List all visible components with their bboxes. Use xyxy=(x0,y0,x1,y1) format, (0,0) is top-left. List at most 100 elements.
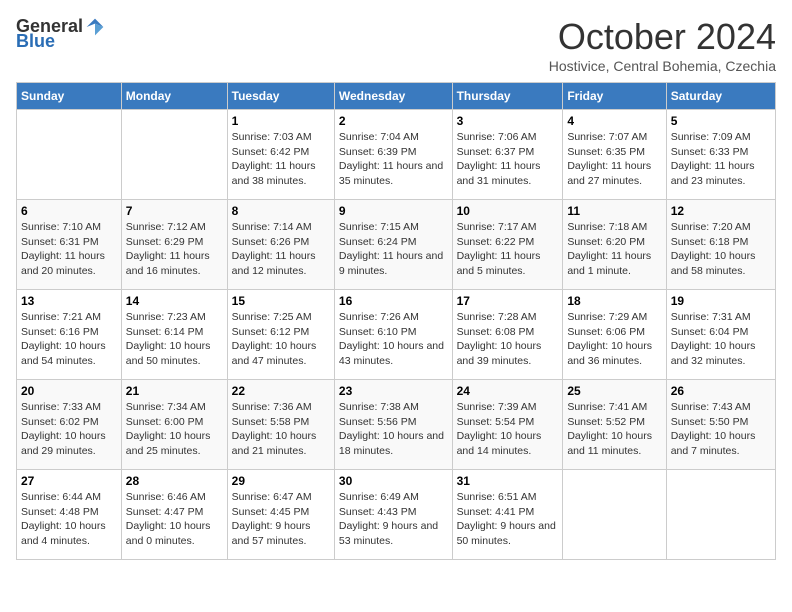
day-number: 2 xyxy=(339,114,448,128)
day-number: 7 xyxy=(126,204,223,218)
calendar-cell: 22 Sunrise: 7:36 AM Sunset: 5:58 PM Dayli… xyxy=(227,380,334,470)
day-number: 14 xyxy=(126,294,223,308)
day-info: Sunrise: 6:49 AM Sunset: 4:43 PM Dayligh… xyxy=(339,490,448,549)
day-number: 11 xyxy=(567,204,661,218)
day-number: 23 xyxy=(339,384,448,398)
calendar-cell: 27 Sunrise: 6:44 AM Sunset: 4:48 PM Dayli… xyxy=(17,470,122,560)
day-info: Sunrise: 7:12 AM Sunset: 6:29 PM Dayligh… xyxy=(126,220,223,279)
calendar-cell: 25 Sunrise: 7:41 AM Sunset: 5:52 PM Dayli… xyxy=(563,380,666,470)
day-of-week-header: Friday xyxy=(563,83,666,110)
calendar-week-row: 13 Sunrise: 7:21 AM Sunset: 6:16 PM Dayli… xyxy=(17,290,776,380)
day-info: Sunrise: 7:33 AM Sunset: 6:02 PM Dayligh… xyxy=(21,400,117,459)
calendar-cell: 14Sunrise: 7:23 AM Sunset: 6:14 PM Dayli… xyxy=(121,290,227,380)
day-number: 20 xyxy=(21,384,117,398)
day-number: 18 xyxy=(567,294,661,308)
calendar-cell: 8 Sunrise: 7:14 AM Sunset: 6:26 PM Daylig… xyxy=(227,200,334,290)
logo-blue-text: Blue xyxy=(16,31,55,52)
day-of-week-header: Monday xyxy=(121,83,227,110)
day-info: Sunrise: 7:20 AM Sunset: 6:18 PM Dayligh… xyxy=(671,220,771,279)
calendar-cell: 3 Sunrise: 7:06 AM Sunset: 6:37 PM Daylig… xyxy=(452,110,563,200)
day-info: Sunrise: 7:26 AM Sunset: 6:10 PM Dayligh… xyxy=(339,310,448,369)
day-number: 10 xyxy=(457,204,559,218)
day-info: Sunrise: 7:29 AM Sunset: 6:06 PM Dayligh… xyxy=(567,310,661,369)
day-number: 13 xyxy=(21,294,117,308)
calendar-cell xyxy=(17,110,122,200)
calendar-table: SundayMondayTuesdayWednesdayThursdayFrid… xyxy=(16,82,776,560)
calendar-week-row: 1 Sunrise: 7:03 AM Sunset: 6:42 PM Daylig… xyxy=(17,110,776,200)
calendar-cell: 16 Sunrise: 7:26 AM Sunset: 6:10 PM Dayli… xyxy=(334,290,452,380)
day-of-week-header: Wednesday xyxy=(334,83,452,110)
month-title: October 2024 xyxy=(549,16,776,58)
day-info: Sunrise: 7:21 AM Sunset: 6:16 PM Dayligh… xyxy=(21,310,117,369)
calendar-cell: 11 Sunrise: 7:18 AM Sunset: 6:20 PM Dayli… xyxy=(563,200,666,290)
calendar-week-row: 27 Sunrise: 6:44 AM Sunset: 4:48 PM Dayli… xyxy=(17,470,776,560)
calendar-cell: 1 Sunrise: 7:03 AM Sunset: 6:42 PM Daylig… xyxy=(227,110,334,200)
calendar-cell: 5Sunrise: 7:09 AM Sunset: 6:33 PM Daylig… xyxy=(666,110,775,200)
day-info: Sunrise: 7:17 AM Sunset: 6:22 PM Dayligh… xyxy=(457,220,559,279)
day-info: Sunrise: 7:03 AM Sunset: 6:42 PM Dayligh… xyxy=(232,130,330,189)
day-info: Sunrise: 7:31 AM Sunset: 6:04 PM Dayligh… xyxy=(671,310,771,369)
day-info: Sunrise: 7:14 AM Sunset: 6:26 PM Dayligh… xyxy=(232,220,330,279)
calendar-cell: 18 Sunrise: 7:29 AM Sunset: 6:06 PM Dayli… xyxy=(563,290,666,380)
calendar-cell: 6 Sunrise: 7:10 AM Sunset: 6:31 PM Daylig… xyxy=(17,200,122,290)
calendar-cell: 21 Sunrise: 7:34 AM Sunset: 6:00 PM Dayli… xyxy=(121,380,227,470)
day-number: 17 xyxy=(457,294,559,308)
day-info: Sunrise: 7:39 AM Sunset: 5:54 PM Dayligh… xyxy=(457,400,559,459)
day-info: Sunrise: 6:44 AM Sunset: 4:48 PM Dayligh… xyxy=(21,490,117,549)
day-info: Sunrise: 7:18 AM Sunset: 6:20 PM Dayligh… xyxy=(567,220,661,279)
day-number: 16 xyxy=(339,294,448,308)
calendar-cell: 30 Sunrise: 6:49 AM Sunset: 4:43 PM Dayli… xyxy=(334,470,452,560)
day-number: 4 xyxy=(567,114,661,128)
day-number: 22 xyxy=(232,384,330,398)
location-subtitle: Hostivice, Central Bohemia, Czechia xyxy=(549,58,776,74)
calendar-cell: 17 Sunrise: 7:28 AM Sunset: 6:08 PM Dayli… xyxy=(452,290,563,380)
day-info: Sunrise: 7:34 AM Sunset: 6:00 PM Dayligh… xyxy=(126,400,223,459)
day-number: 26 xyxy=(671,384,771,398)
day-info: Sunrise: 7:36 AM Sunset: 5:58 PM Dayligh… xyxy=(232,400,330,459)
day-number: 24 xyxy=(457,384,559,398)
day-number: 25 xyxy=(567,384,661,398)
day-of-week-header: Sunday xyxy=(17,83,122,110)
calendar-cell: 4 Sunrise: 7:07 AM Sunset: 6:35 PM Daylig… xyxy=(563,110,666,200)
day-number: 19 xyxy=(671,294,771,308)
calendar-week-row: 20 Sunrise: 7:33 AM Sunset: 6:02 PM Dayli… xyxy=(17,380,776,470)
day-number: 9 xyxy=(339,204,448,218)
day-number: 30 xyxy=(339,474,448,488)
day-info: Sunrise: 7:06 AM Sunset: 6:37 PM Dayligh… xyxy=(457,130,559,189)
calendar-cell: 28 Sunrise: 6:46 AM Sunset: 4:47 PM Dayli… xyxy=(121,470,227,560)
page-header: General Blue October 2024 Hostivice, Cen… xyxy=(16,16,776,74)
day-info: Sunrise: 6:46 AM Sunset: 4:47 PM Dayligh… xyxy=(126,490,223,549)
day-info: Sunrise: 7:09 AM Sunset: 6:33 PM Dayligh… xyxy=(671,130,771,189)
day-info: Sunrise: 7:41 AM Sunset: 5:52 PM Dayligh… xyxy=(567,400,661,459)
day-number: 27 xyxy=(21,474,117,488)
day-info: Sunrise: 6:47 AM Sunset: 4:45 PM Dayligh… xyxy=(232,490,330,549)
day-of-week-header: Tuesday xyxy=(227,83,334,110)
logo-icon xyxy=(85,17,105,37)
day-number: 21 xyxy=(126,384,223,398)
day-number: 3 xyxy=(457,114,559,128)
calendar-cell: 26 Sunrise: 7:43 AM Sunset: 5:50 PM Dayli… xyxy=(666,380,775,470)
calendar-cell: 24 Sunrise: 7:39 AM Sunset: 5:54 PM Dayli… xyxy=(452,380,563,470)
title-block: October 2024 Hostivice, Central Bohemia,… xyxy=(549,16,776,74)
day-number: 8 xyxy=(232,204,330,218)
day-info: Sunrise: 7:28 AM Sunset: 6:08 PM Dayligh… xyxy=(457,310,559,369)
calendar-cell: 20 Sunrise: 7:33 AM Sunset: 6:02 PM Dayli… xyxy=(17,380,122,470)
day-info: Sunrise: 7:07 AM Sunset: 6:35 PM Dayligh… xyxy=(567,130,661,189)
calendar-cell: 10 Sunrise: 7:17 AM Sunset: 6:22 PM Dayli… xyxy=(452,200,563,290)
day-of-week-header: Thursday xyxy=(452,83,563,110)
calendar-cell xyxy=(121,110,227,200)
day-of-week-header: Saturday xyxy=(666,83,775,110)
day-number: 1 xyxy=(232,114,330,128)
day-info: Sunrise: 7:10 AM Sunset: 6:31 PM Dayligh… xyxy=(21,220,117,279)
calendar-cell: 23 Sunrise: 7:38 AM Sunset: 5:56 PM Dayli… xyxy=(334,380,452,470)
day-number: 29 xyxy=(232,474,330,488)
logo: General Blue xyxy=(16,16,105,52)
day-info: Sunrise: 7:43 AM Sunset: 5:50 PM Dayligh… xyxy=(671,400,771,459)
day-info: Sunrise: 7:25 AM Sunset: 6:12 PM Dayligh… xyxy=(232,310,330,369)
calendar-header-row: SundayMondayTuesdayWednesdayThursdayFrid… xyxy=(17,83,776,110)
calendar-cell: 19 Sunrise: 7:31 AM Sunset: 6:04 PM Dayli… xyxy=(666,290,775,380)
day-number: 28 xyxy=(126,474,223,488)
calendar-cell xyxy=(666,470,775,560)
day-number: 6 xyxy=(21,204,117,218)
day-info: Sunrise: 7:38 AM Sunset: 5:56 PM Dayligh… xyxy=(339,400,448,459)
